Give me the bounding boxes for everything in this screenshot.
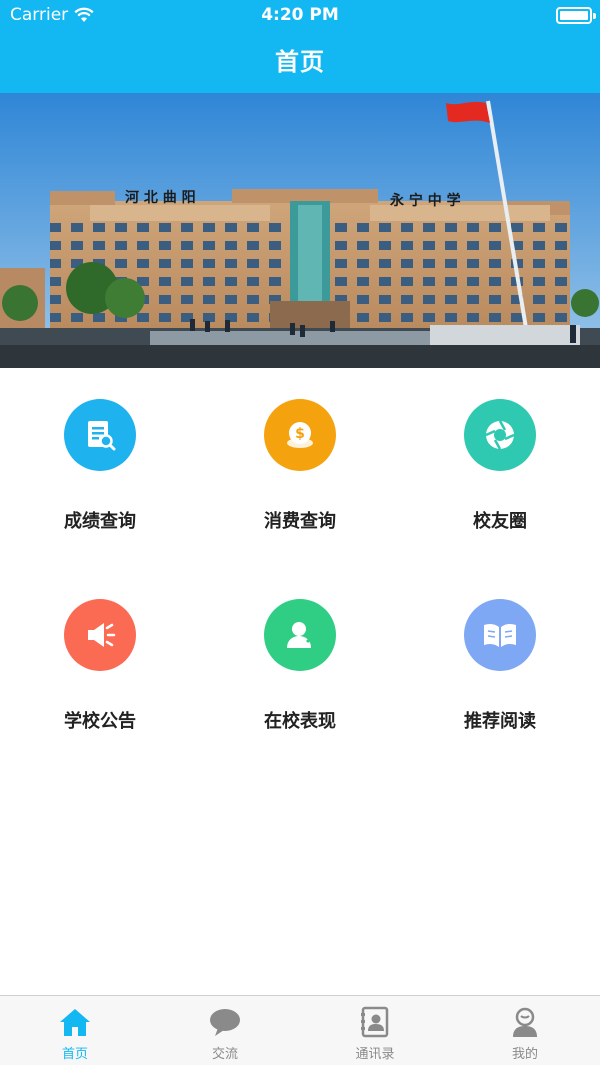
tab-profile-label: 我的 (511, 1047, 538, 1062)
school-banner-image: 河 北 曲 阳 永 宁 中 学 (0, 93, 600, 368)
tab-home-label: 首页 (61, 1047, 88, 1062)
tab-contacts[interactable]: 通讯录 (300, 996, 450, 1065)
sign-right: 永 宁 中 学 (389, 192, 461, 209)
status-bar: Carrier 4:20 PM (0, 0, 600, 30)
feature-grid: 成绩查询 $ 消费查询 校友圈 学校公告 在校表现 推荐阅读 (0, 368, 600, 768)
tab-bar: 首页 交流 通讯录 我的 (0, 995, 600, 1065)
svg-text:$: $ (295, 426, 305, 442)
top-bar: Carrier 4:20 PM 首页 (0, 0, 600, 93)
school-performance-button[interactable]: 在校表现 (200, 568, 400, 768)
tab-chat-label: 交流 (211, 1047, 238, 1062)
consumption-query-button[interactable]: $ 消费查询 (200, 368, 400, 568)
school-notice-label: 学校公告 (64, 711, 136, 732)
student-icon (264, 599, 336, 671)
coin-icon: $ (264, 399, 336, 471)
tab-home[interactable]: 首页 (0, 996, 150, 1065)
consumption-query-label: 消费查询 (264, 511, 336, 532)
aperture-icon (464, 399, 536, 471)
book-icon (464, 599, 536, 671)
tab-profile[interactable]: 我的 (450, 996, 600, 1065)
tab-chat[interactable]: 交流 (150, 996, 300, 1065)
sign-left: 河 北 曲 阳 (125, 189, 196, 206)
megaphone-icon (64, 599, 136, 671)
report-search-icon (64, 399, 136, 471)
tab-contacts-label: 通讯录 (355, 1047, 395, 1062)
home-icon (58, 1005, 92, 1039)
chat-icon (208, 1005, 242, 1039)
alumni-circle-label: 校友圈 (473, 511, 527, 532)
clock: 4:20 PM (261, 5, 339, 25)
contacts-icon (358, 1005, 392, 1039)
school-notice-button[interactable]: 学校公告 (0, 568, 200, 768)
grade-query-button[interactable]: 成绩查询 (0, 368, 200, 568)
alumni-circle-button[interactable]: 校友圈 (400, 368, 600, 568)
profile-icon (508, 1005, 542, 1039)
recommended-reading-button[interactable]: 推荐阅读 (400, 568, 600, 768)
page-title: 首页 (275, 48, 325, 76)
grade-query-label: 成绩查询 (64, 511, 136, 532)
recommended-reading-label: 推荐阅读 (464, 711, 536, 732)
school-performance-label: 在校表现 (264, 711, 336, 732)
battery-icon (556, 7, 596, 24)
